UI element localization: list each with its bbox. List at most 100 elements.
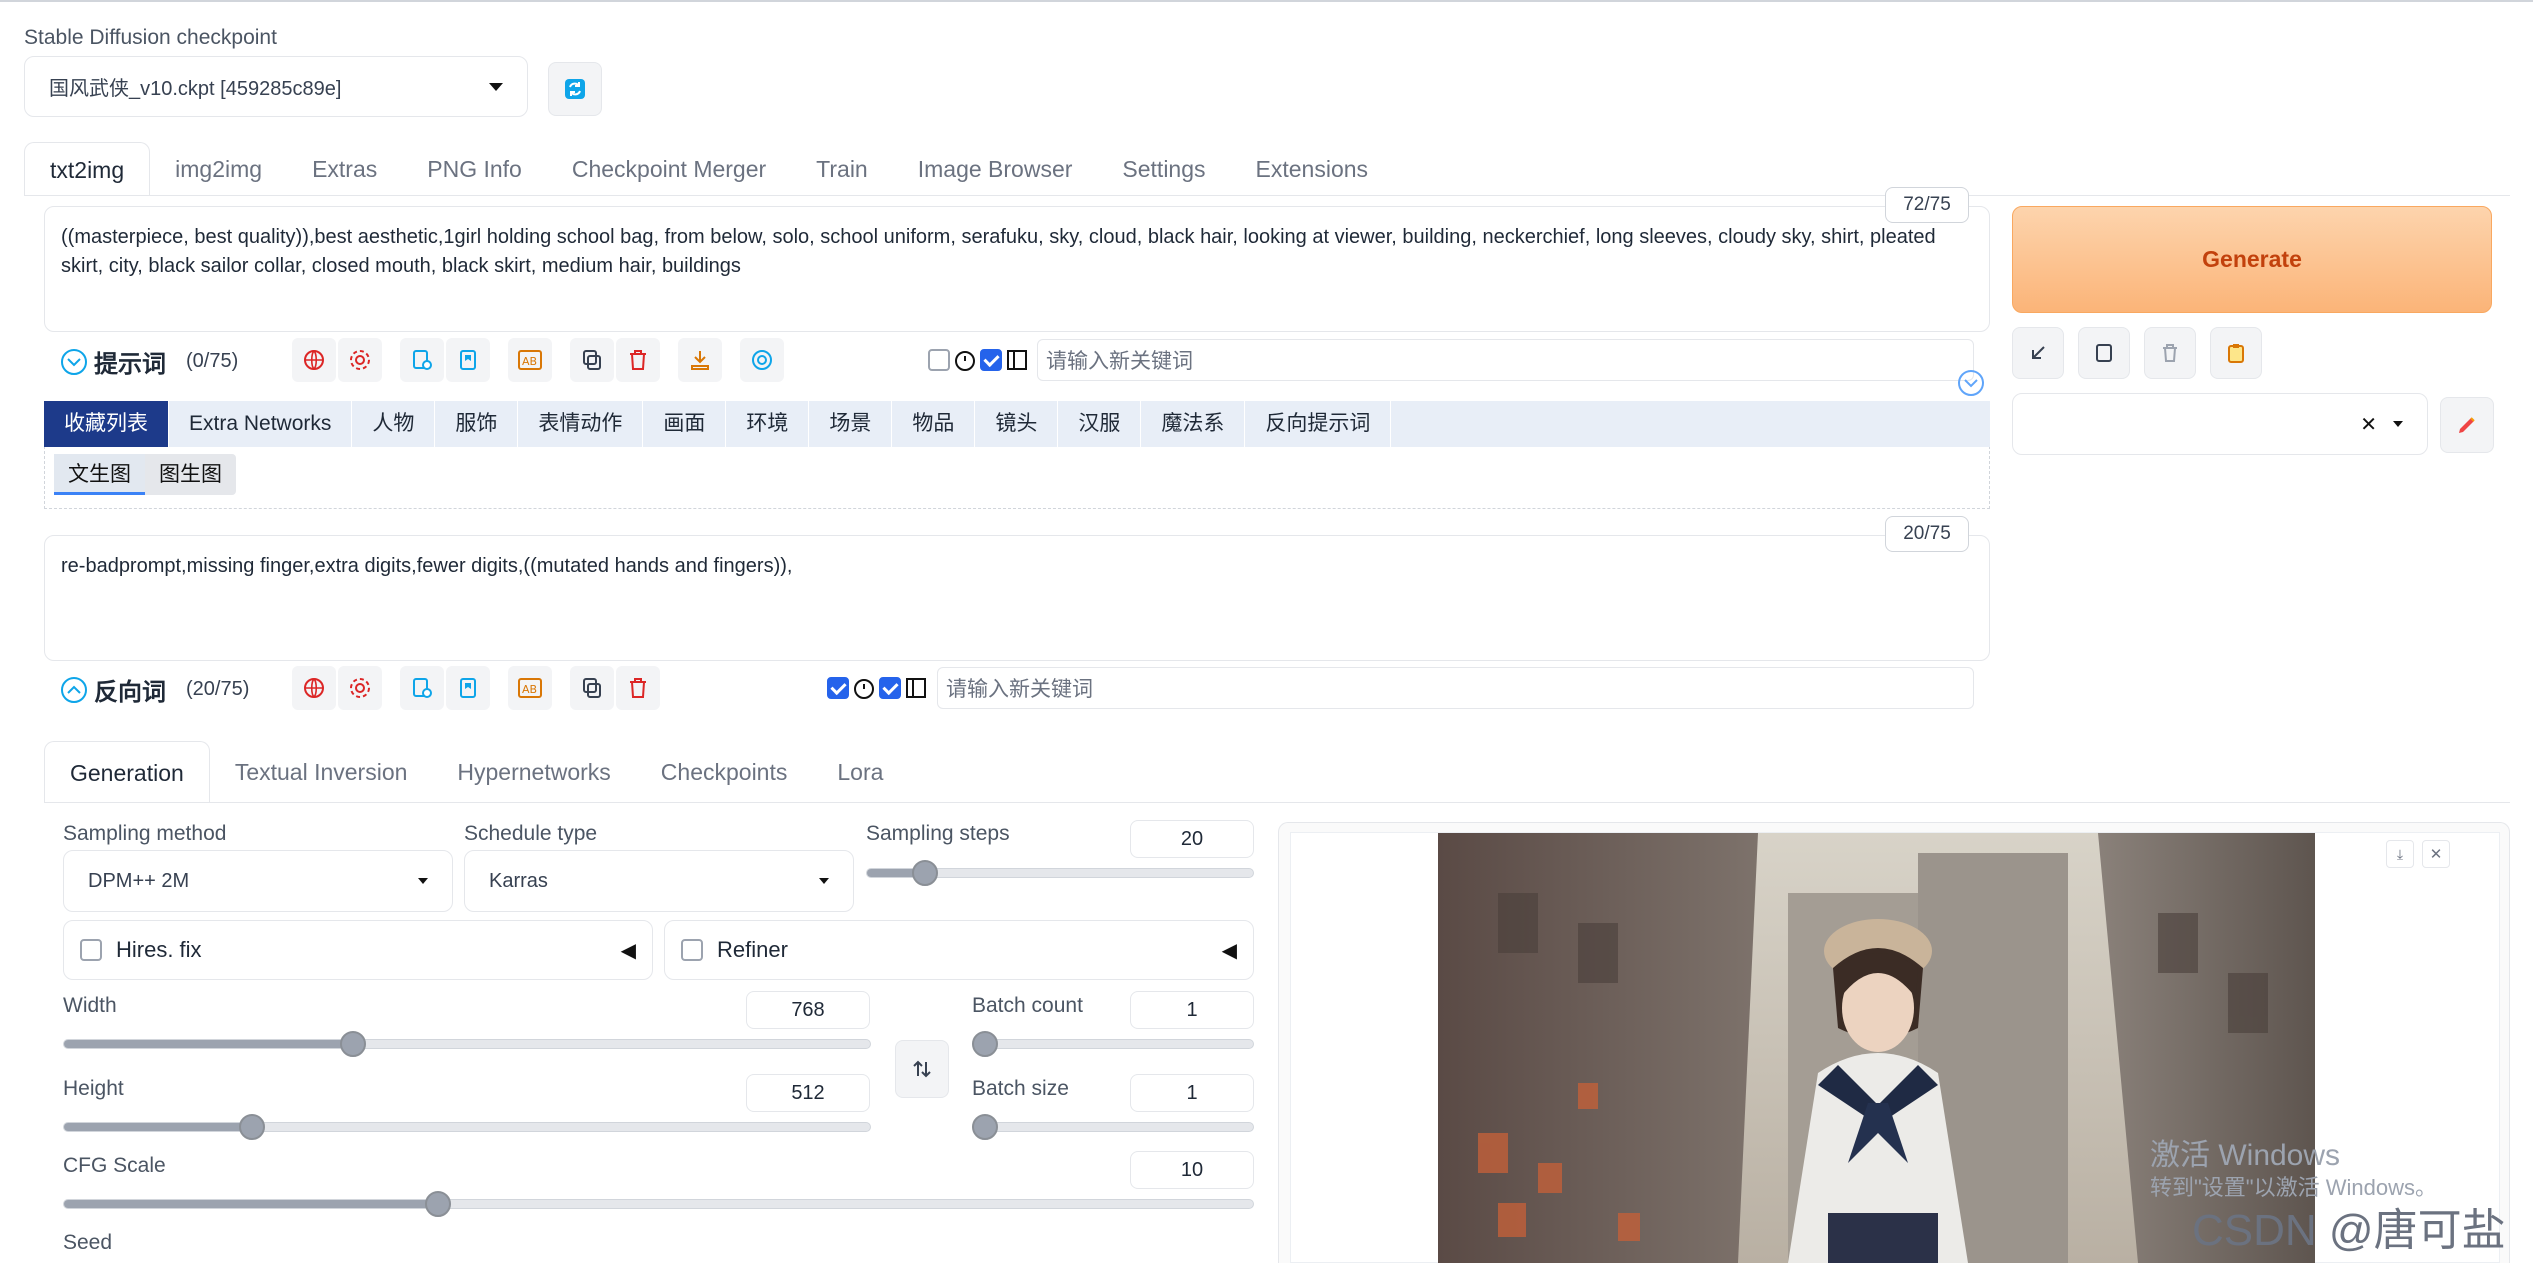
height-input[interactable]: 512 xyxy=(746,1074,870,1112)
clear-button[interactable] xyxy=(616,338,660,382)
prompt-enable-checkbox[interactable] xyxy=(980,349,1002,371)
tab-png-info[interactable]: PNG Info xyxy=(402,142,547,196)
category-picture[interactable]: 画面 xyxy=(643,401,727,447)
tab-img2img[interactable]: img2img xyxy=(150,142,287,196)
batch-count-input[interactable]: 1 xyxy=(1130,991,1254,1029)
prompt-history-button[interactable] xyxy=(400,338,444,382)
prompt-textarea[interactable]: ((masterpiece, best quality)),best aesth… xyxy=(44,206,1990,332)
hires-fix-checkbox[interactable] xyxy=(80,939,102,961)
clipboard-button[interactable] xyxy=(2210,327,2262,379)
negative-toggle-checkbox[interactable] xyxy=(827,677,849,699)
prompt-toggle-checkbox[interactable] xyxy=(928,349,950,371)
category-extra-networks[interactable]: Extra Networks xyxy=(169,401,353,447)
prompt-helper-title[interactable]: 提示词 (0/75) xyxy=(60,344,238,379)
hires-fix-accordion[interactable]: Hires. fix ◀ xyxy=(63,920,653,980)
category-expression[interactable]: 表情动作 xyxy=(518,401,644,447)
ai-button[interactable] xyxy=(740,338,784,382)
sampling-method-select[interactable]: DPM++ 2M xyxy=(63,850,453,912)
tab-lora[interactable]: Lora xyxy=(812,741,908,803)
timer-icon xyxy=(854,679,874,699)
cfg-scale-slider[interactable] xyxy=(63,1191,1254,1217)
clear-icon[interactable]: ✕ xyxy=(2360,412,2377,437)
negative-prompt-textarea[interactable]: re-badprompt,missing finger,extra digits… xyxy=(44,535,1990,661)
category-negative[interactable]: 反向提示词 xyxy=(1245,401,1392,447)
import-button[interactable] xyxy=(678,338,722,382)
negative-copy-button[interactable] xyxy=(570,666,614,710)
expand-icon[interactable] xyxy=(1957,369,1985,397)
tab-train[interactable]: Train xyxy=(791,142,893,196)
slider-track xyxy=(63,1199,1254,1209)
cfg-scale-input[interactable]: 10 xyxy=(1130,1151,1254,1189)
slider-thumb[interactable] xyxy=(972,1031,998,1057)
negative-history-button[interactable] xyxy=(400,666,444,710)
close-icon[interactable]: ✕ xyxy=(2422,840,2450,868)
slider-thumb[interactable] xyxy=(972,1114,998,1140)
translate-button[interactable] xyxy=(292,338,336,382)
batch-size-slider[interactable] xyxy=(972,1114,1254,1140)
sub-tab-img2img[interactable]: 图生图 xyxy=(145,454,236,495)
slider-thumb[interactable] xyxy=(425,1191,451,1217)
negative-helper-title[interactable]: 反向词 (20/75) xyxy=(60,672,249,707)
tab-textual-inversion[interactable]: Textual Inversion xyxy=(210,741,433,803)
category-favorites[interactable]: 收藏列表 xyxy=(44,401,169,447)
refiner-checkbox[interactable] xyxy=(681,939,703,961)
refresh-checkpoint-button[interactable] xyxy=(548,62,602,116)
negative-prompt-text: re-badprompt,missing finger,extra digits… xyxy=(61,555,793,577)
sampling-steps-input[interactable]: 20 xyxy=(1130,820,1254,858)
tab-extensions[interactable]: Extensions xyxy=(1231,142,1394,196)
tab-settings[interactable]: Settings xyxy=(1097,142,1230,196)
slider-thumb[interactable] xyxy=(912,860,938,886)
negative-keyword-input[interactable]: 请输入新关键词 xyxy=(937,667,1974,709)
tab-extras[interactable]: Extras xyxy=(287,142,402,196)
tab-checkpoint-merger[interactable]: Checkpoint Merger xyxy=(547,142,791,196)
slider-track xyxy=(972,1039,1254,1049)
negative-settings-button[interactable] xyxy=(338,666,382,710)
category-magic[interactable]: 魔法系 xyxy=(1141,401,1246,447)
generate-button[interactable]: Generate xyxy=(2012,206,2492,313)
slider-thumb[interactable] xyxy=(340,1031,366,1057)
tab-hypernetworks[interactable]: Hypernetworks xyxy=(432,741,635,803)
paste-button[interactable] xyxy=(2078,327,2130,379)
read-params-button[interactable] xyxy=(2012,327,2064,379)
bookmark-icon xyxy=(460,350,476,370)
negative-translate-text-button[interactable]: AB xyxy=(508,666,552,710)
negative-bookmark-button[interactable] xyxy=(446,666,490,710)
download-icon[interactable]: ⤓ xyxy=(2386,840,2414,868)
settings-button[interactable] xyxy=(338,338,382,382)
copy-button[interactable] xyxy=(570,338,614,382)
category-hanfu[interactable]: 汉服 xyxy=(1058,401,1142,447)
tab-txt2img[interactable]: txt2img xyxy=(24,142,151,196)
checkpoint-select[interactable]: 国风武侠_v10.ckpt [459285c89e] xyxy=(24,56,528,117)
prompt-token-counter: 72/75 xyxy=(1885,187,1969,223)
tab-generation[interactable]: Generation xyxy=(44,741,210,803)
negative-translate-button[interactable] xyxy=(292,666,336,710)
category-scene[interactable]: 场景 xyxy=(809,401,893,447)
negative-clear-button[interactable] xyxy=(616,666,660,710)
width-slider[interactable] xyxy=(63,1031,871,1057)
tab-image-browser[interactable]: Image Browser xyxy=(893,142,1098,196)
translate-text-button[interactable]: AB xyxy=(508,338,552,382)
prompt-keyword-input[interactable]: 请输入新关键词 xyxy=(1037,339,1974,381)
edit-styles-button[interactable] xyxy=(2440,397,2494,453)
negative-enable-checkbox[interactable] xyxy=(879,677,901,699)
category-items[interactable]: 物品 xyxy=(892,401,976,447)
swap-dimensions-button[interactable] xyxy=(895,1040,949,1098)
height-slider[interactable] xyxy=(63,1114,871,1140)
styles-select[interactable]: ✕ xyxy=(2012,393,2428,455)
refiner-accordion[interactable]: Refiner ◀ xyxy=(664,920,1254,980)
bookmark-button[interactable] xyxy=(446,338,490,382)
tab-checkpoints[interactable]: Checkpoints xyxy=(636,741,813,803)
width-input[interactable]: 768 xyxy=(746,991,870,1029)
batch-size-input[interactable]: 1 xyxy=(1130,1074,1254,1112)
category-lens[interactable]: 镜头 xyxy=(975,401,1059,447)
sampling-steps-slider[interactable] xyxy=(866,860,1254,886)
sub-tab-txt2img[interactable]: 文生图 xyxy=(54,454,145,495)
category-environment[interactable]: 环境 xyxy=(726,401,810,447)
category-people[interactable]: 人物 xyxy=(352,401,436,447)
clear-prompt-button[interactable] xyxy=(2144,327,2196,379)
slider-thumb[interactable] xyxy=(239,1114,265,1140)
category-clothing[interactable]: 服饰 xyxy=(435,401,519,447)
schedule-type-select[interactable]: Karras xyxy=(464,850,854,912)
batch-count-slider[interactable] xyxy=(972,1031,1254,1057)
